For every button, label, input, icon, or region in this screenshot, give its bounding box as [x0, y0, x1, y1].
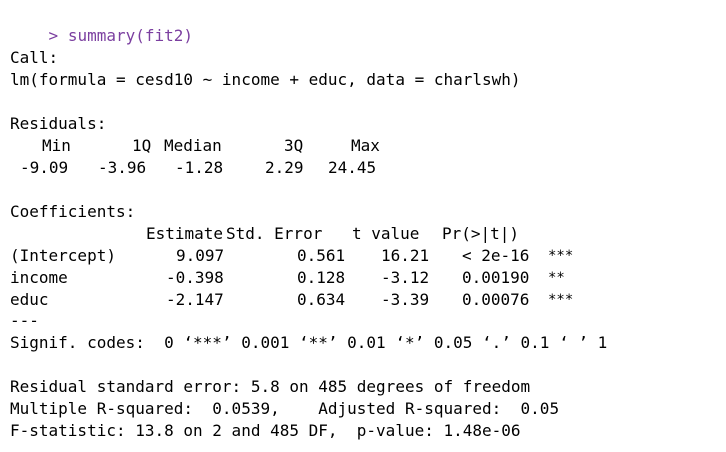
std-error-value: 0.128 — [297, 268, 346, 287]
residual-value-min: -9.09 — [20, 158, 69, 177]
std-error-value: 0.634 — [297, 290, 346, 309]
separator-line: --- — [10, 311, 39, 330]
col-std-error: Std. Error — [226, 224, 323, 243]
t-value: -3.12 — [381, 268, 430, 287]
term-label: (Intercept) — [10, 246, 116, 265]
r-console-output[interactable]: > summary(fit2) Call: lm(formula = cesd1… — [0, 0, 726, 452]
residuals-labels-row: Min 1Q Median 3Q Max — [10, 135, 710, 157]
residual-value-max: 24.45 — [328, 158, 377, 177]
call-formula: lm(formula = cesd10 ~ income + educ, dat… — [10, 70, 521, 89]
col-estimate: Estimate — [146, 224, 224, 243]
estimate-value: 9.097 — [176, 246, 225, 265]
col-t-value: t value — [352, 224, 420, 243]
t-value: -3.39 — [381, 290, 430, 309]
r-squared-line: Multiple R-squared: 0.0539, Adjusted R-s… — [10, 399, 560, 418]
command-text: summary(fit2) — [67, 26, 194, 45]
signif-stars: *** — [548, 248, 574, 264]
t-value: 16.21 — [381, 246, 430, 265]
p-value: < 2e-16 — [462, 246, 530, 265]
std-error-value: 0.561 — [297, 246, 346, 265]
term-label: educ — [10, 290, 49, 309]
coef-row-income: income -0.398 0.128 -3.12 0.00190 ** — [10, 267, 710, 289]
coef-row-intercept: (Intercept) 9.097 0.561 16.21 < 2e-16 **… — [10, 245, 710, 267]
residual-label-3q: 3Q — [284, 136, 304, 155]
f-statistic-line: F-statistic: 13.8 on 2 and 485 DF, p-val… — [10, 421, 521, 440]
residual-label-1q: 1Q — [132, 136, 152, 155]
residual-label-max: Max — [351, 136, 380, 155]
signif-stars: *** — [548, 292, 574, 308]
residual-label-min: Min — [42, 136, 71, 155]
call-header: Call: — [10, 48, 59, 67]
residuals-values-row: -9.09 -3.96 -1.28 2.29 24.45 — [10, 157, 710, 179]
term-label: income — [10, 268, 68, 287]
command-line: > summary(fit2) — [10, 3, 194, 45]
residual-label-median: Median — [164, 136, 222, 155]
residual-value-1q: -3.96 — [98, 158, 147, 177]
col-p-value: Pr(>|t|) — [442, 224, 520, 243]
p-value: 0.00076 — [462, 290, 530, 309]
coefficients-column-headers: Estimate Std. Error t value Pr(>|t|) — [10, 223, 710, 245]
residual-std-error-line: Residual standard error: 5.8 on 485 degr… — [10, 377, 531, 396]
residual-value-3q: 2.29 — [265, 158, 304, 177]
p-value: 0.00190 — [462, 268, 530, 287]
estimate-value: -2.147 — [166, 290, 224, 309]
signif-stars: ** — [548, 270, 565, 286]
estimate-value: -0.398 — [166, 268, 224, 287]
signif-codes-line: Signif. codes: 0 ‘***’ 0.001 ‘**’ 0.01 ‘… — [10, 333, 608, 352]
coefficients-header: Coefficients: — [10, 202, 136, 221]
prompt-symbol: > — [48, 26, 59, 45]
residuals-header: Residuals: — [10, 114, 107, 133]
residual-value-median: -1.28 — [175, 158, 224, 177]
coef-row-educ: educ -2.147 0.634 -3.39 0.00076 *** — [10, 289, 710, 311]
